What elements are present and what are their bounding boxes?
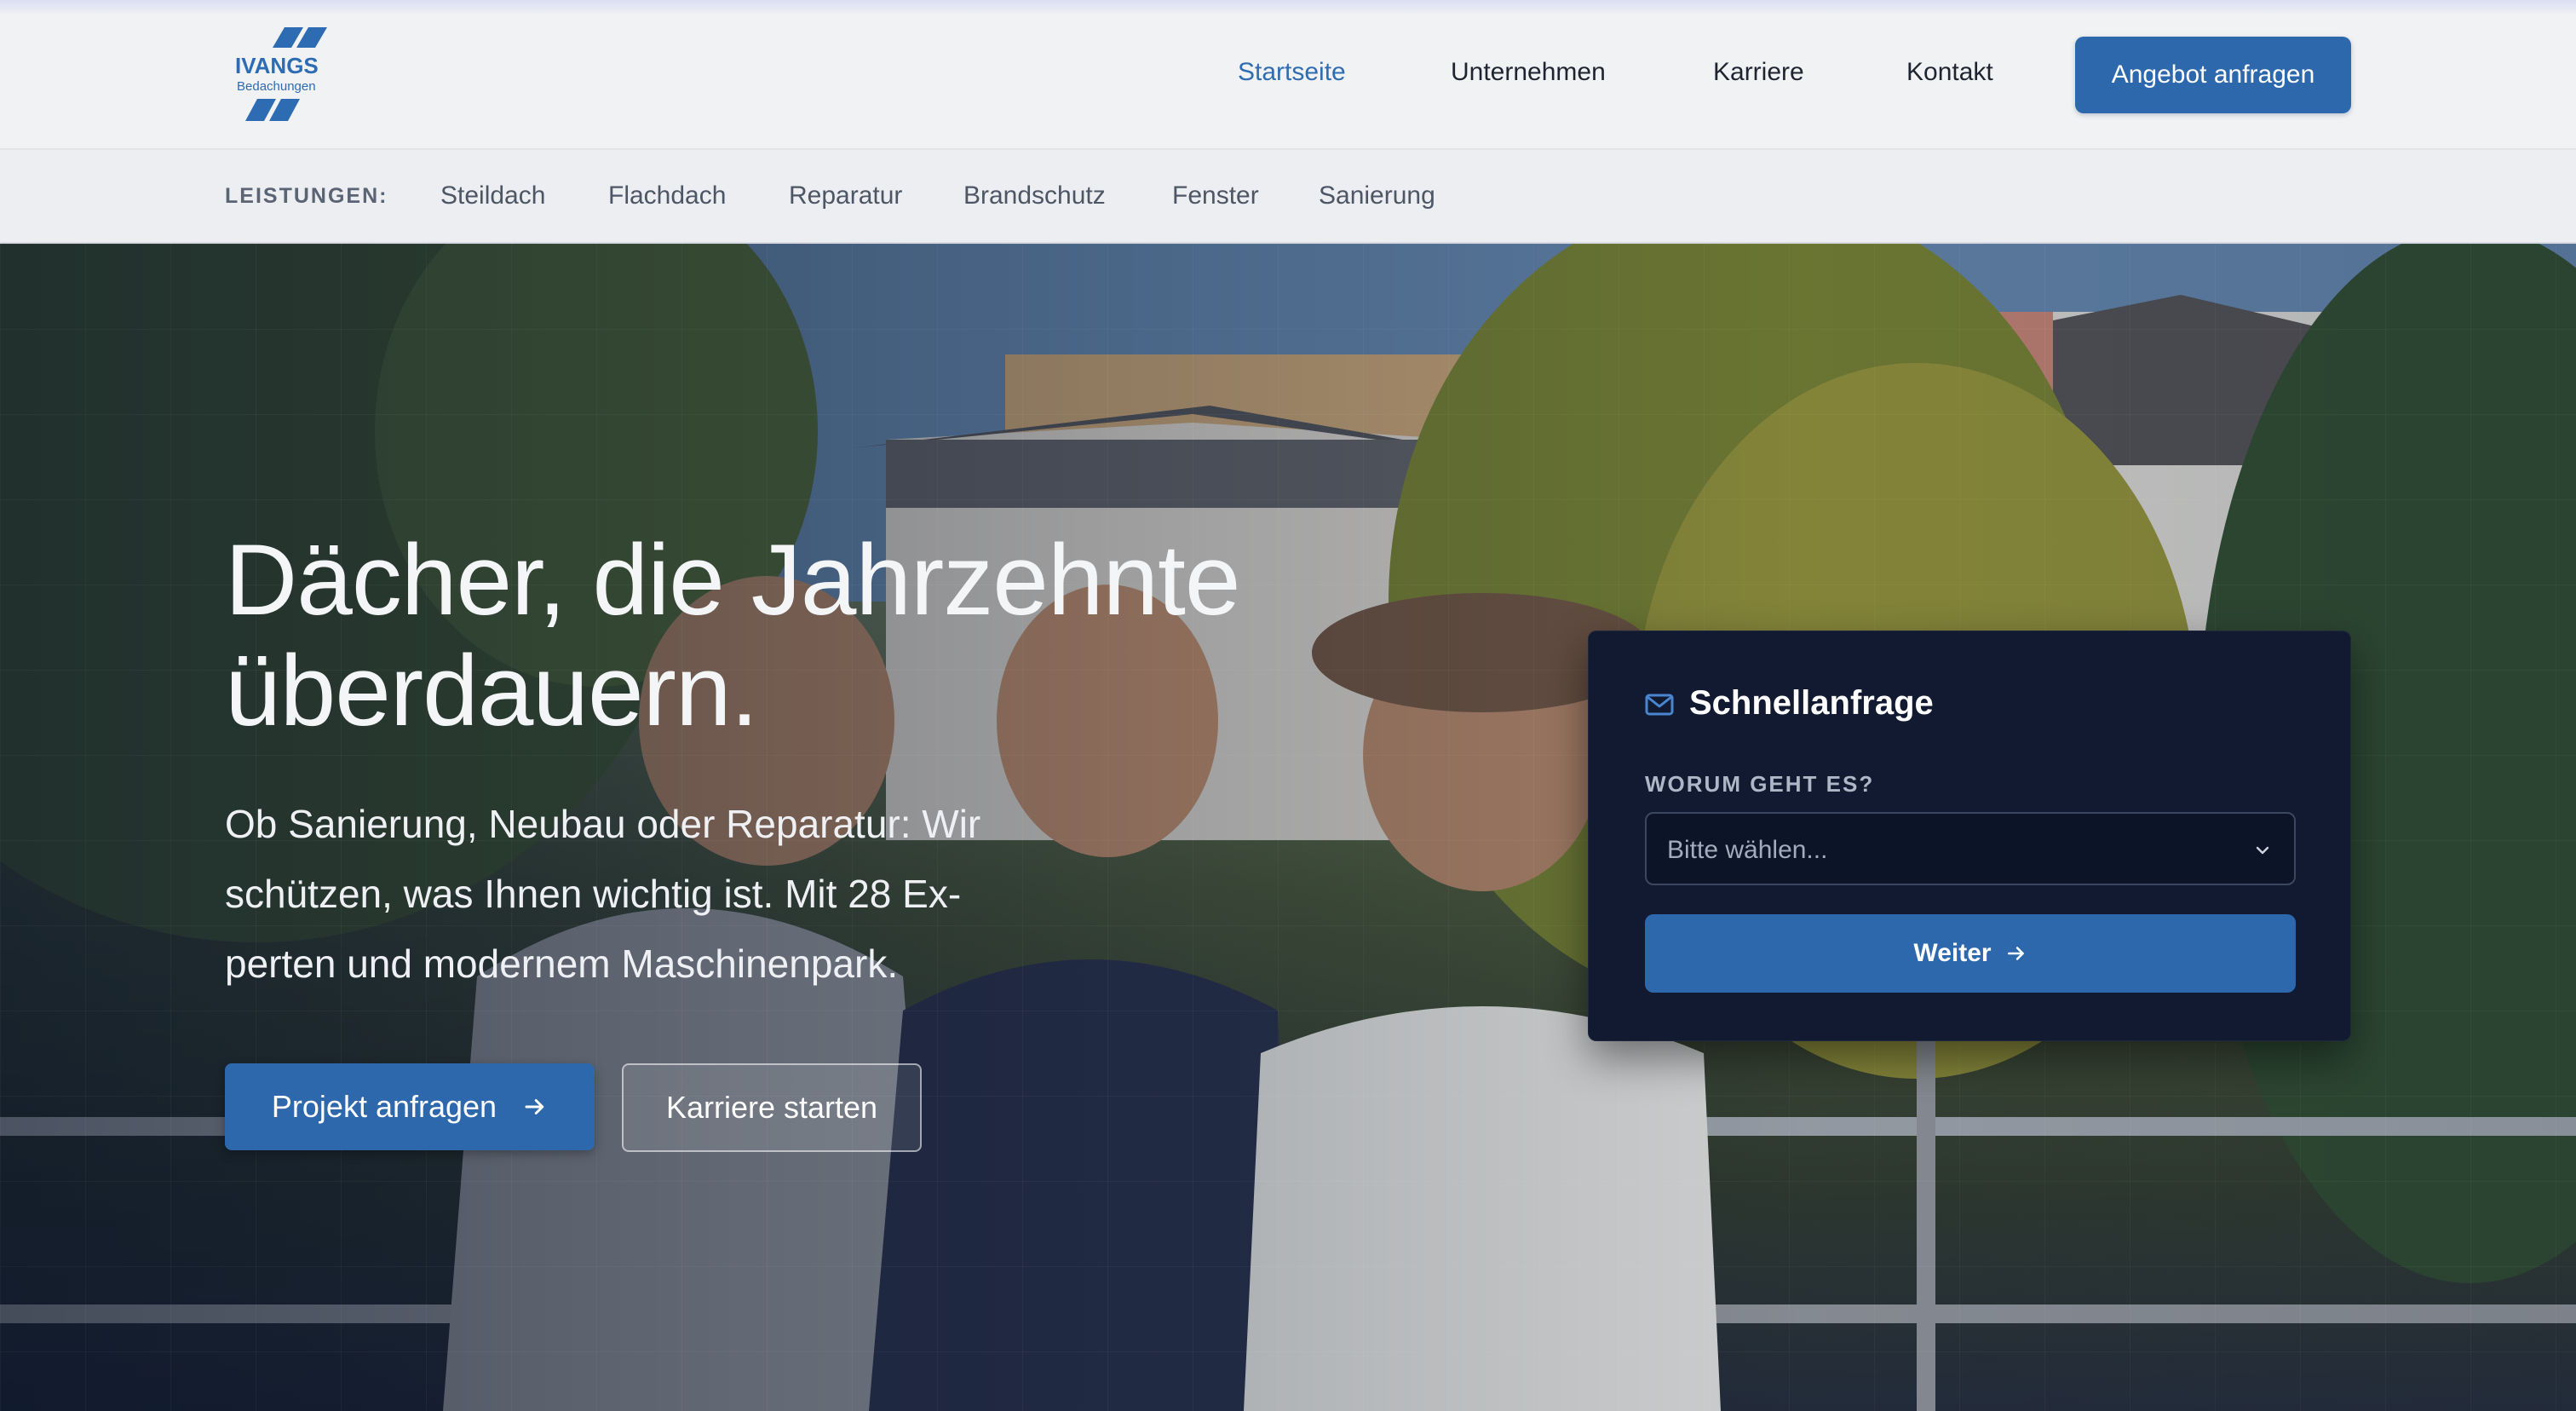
hero-subtitle: Ob Sanierung, Neubau oder Reparatur: Wir… — [225, 789, 1077, 999]
mail-icon — [1645, 694, 1674, 716]
service-sanierung[interactable]: Sanierung — [1319, 181, 1435, 210]
hero-title-line-1: Dächer, die Jahrzehnte — [225, 524, 1241, 636]
quick-request-card: Schnellanfrage WORUM GEHT ES? Bitte wähl… — [1588, 631, 2351, 1041]
service-fenster[interactable]: Fenster — [1172, 181, 1259, 210]
service-reparatur[interactable]: Reparatur — [789, 181, 902, 210]
arrow-right-icon — [2007, 947, 2024, 960]
nav-karriere[interactable]: Karriere — [1713, 58, 1804, 87]
continue-button[interactable]: Weiter — [1645, 914, 2296, 993]
nav-unternehmen[interactable]: Unternehmen — [1451, 58, 1606, 87]
service-flachdach[interactable]: Flachdach — [608, 181, 726, 210]
hero-title: Dächer, die Jahrzehnte überdauern. — [225, 525, 1417, 746]
chevron-down-icon — [2256, 846, 2269, 855]
service-steildach[interactable]: Steildach — [440, 181, 545, 210]
hero-subtitle-line-1: Ob Sanierung, Neubau oder Reparatur: Wir — [225, 802, 981, 846]
arrow-right-icon — [525, 1099, 544, 1114]
topic-select-placeholder: Bitte wählen... — [1667, 836, 1828, 864]
quick-request-title: Schnellanfrage — [1689, 684, 1934, 722]
hero-subtitle-line-3: perten und modernem Maschinenpark. — [225, 942, 899, 986]
request-offer-button[interactable]: Angebot anfragen — [2075, 37, 2351, 113]
request-project-label: Projekt anfragen — [271, 1089, 497, 1124]
topic-field-label: WORUM GEHT ES? — [1645, 771, 1875, 797]
nav-kontakt[interactable]: Kontakt — [1906, 58, 1993, 87]
request-project-button[interactable]: Projekt anfragen — [225, 1063, 595, 1150]
service-brandschutz[interactable]: Brandschutz — [963, 181, 1106, 210]
hero-subtitle-line-2: schützen, was Ihnen wichtig ist. Mit 28 … — [225, 872, 962, 916]
topic-select[interactable]: Bitte wählen... — [1645, 812, 2296, 885]
hero-section: Dächer, die Jahrzehnte überdauern. Ob Sa… — [0, 244, 2576, 1411]
continue-button-label: Weiter — [1913, 939, 1992, 967]
services-label: LEISTUNGEN: — [225, 184, 388, 208]
nav-startseite[interactable]: Startseite — [1238, 58, 1346, 87]
hero-title-line-2: überdauern. — [225, 635, 758, 747]
services-bar: LEISTUNGEN: Steildach Flachdach Reparatu… — [0, 150, 2576, 244]
start-career-button[interactable]: Karriere starten — [622, 1063, 922, 1152]
site-header: IVANGS Bedachungen Startseite Unternehme… — [0, 0, 2576, 150]
